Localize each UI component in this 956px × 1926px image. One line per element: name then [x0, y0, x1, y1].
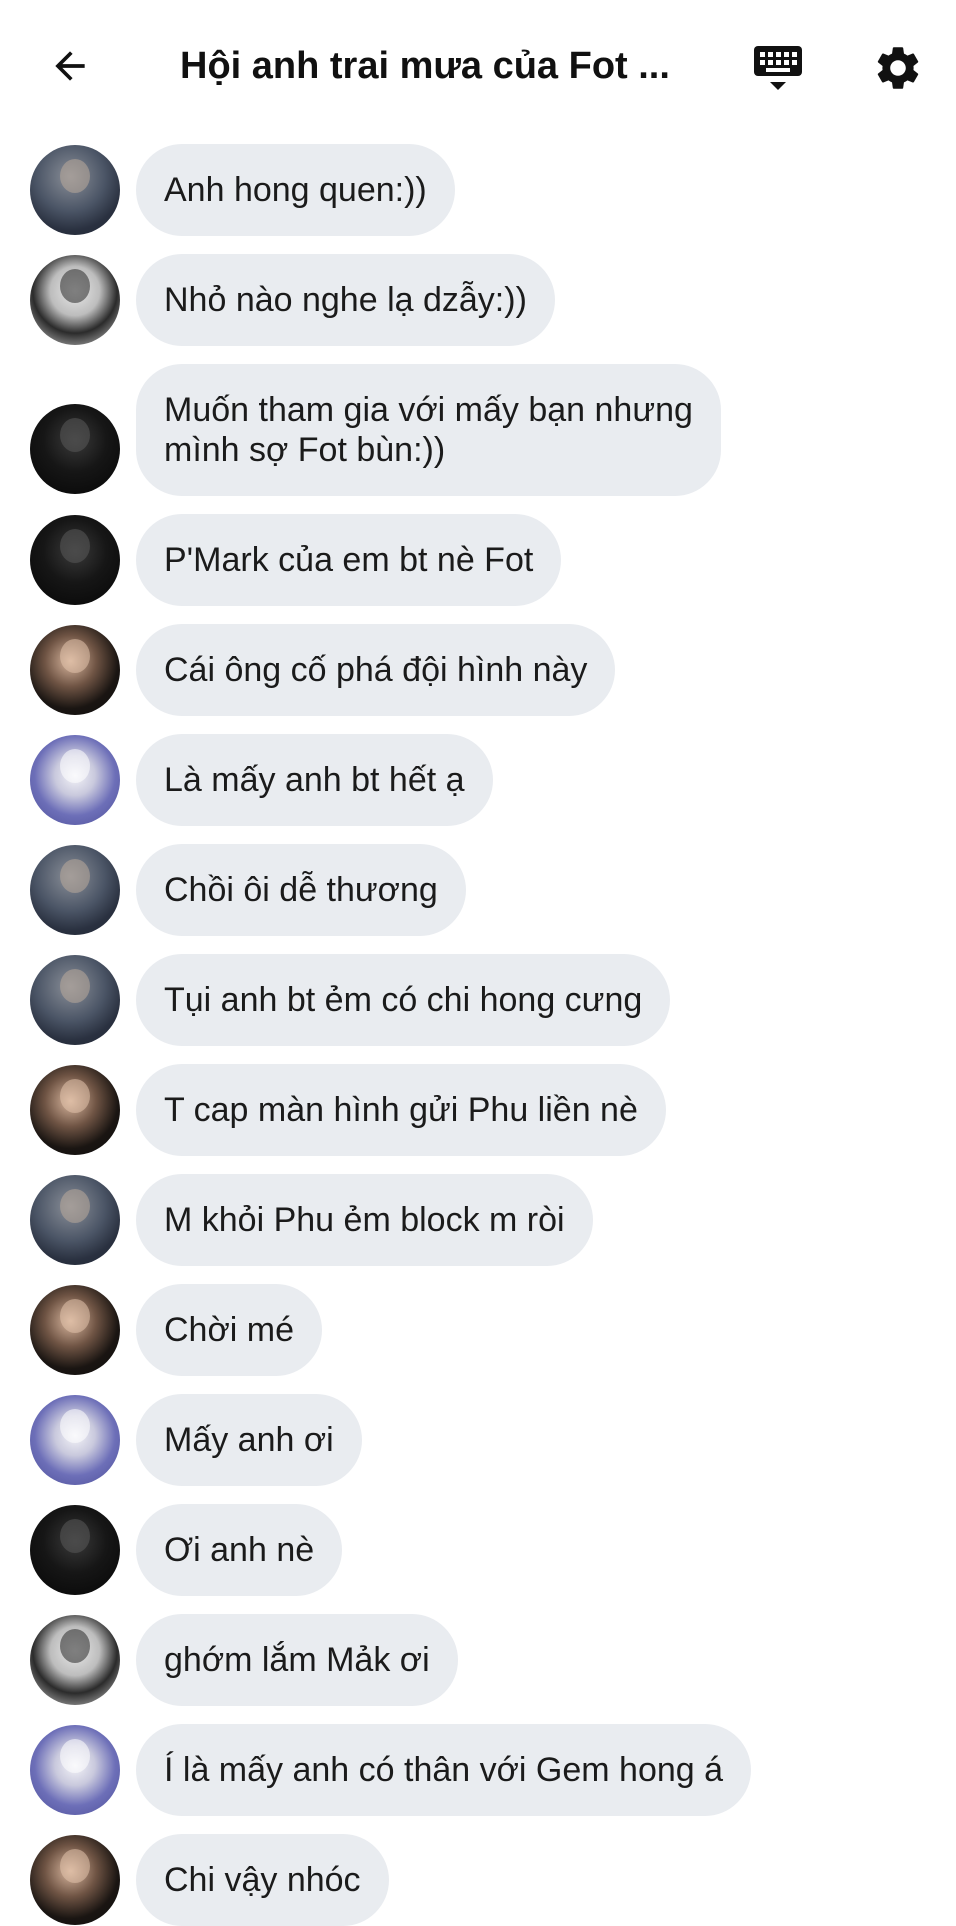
- avatar[interactable]: [30, 1065, 120, 1155]
- avatar[interactable]: [30, 625, 120, 715]
- message-bubble[interactable]: Muốn tham gia với mấy bạn nhưng mình sợ …: [136, 364, 721, 496]
- avatar[interactable]: [30, 1285, 120, 1375]
- avatar[interactable]: [30, 145, 120, 235]
- message-bubble[interactable]: Ơi anh nè: [136, 1504, 343, 1596]
- keyboard-button[interactable]: [746, 36, 810, 100]
- message-bubble[interactable]: Anh hong quen:)): [136, 144, 455, 236]
- message-bubble[interactable]: ghớm lắm Mảk ơi: [136, 1614, 458, 1706]
- avatar[interactable]: [30, 845, 120, 935]
- message-bubble[interactable]: Cái ông cố phá đội hình này: [136, 624, 616, 716]
- avatar[interactable]: [30, 1835, 120, 1925]
- message-list[interactable]: Anh hong quen:)) Nhỏ nào nghe lạ dzẫy:))…: [0, 130, 956, 1926]
- keyboard-icon: [754, 46, 802, 90]
- arrow-left-icon: [55, 51, 85, 81]
- message-bubble[interactable]: M khỏi Phu ẻm block m ròi: [136, 1174, 593, 1266]
- chat-header: Hội anh trai mưa của Fot ...: [0, 0, 956, 130]
- back-button[interactable]: [38, 34, 102, 98]
- message-bubble[interactable]: Chời mé: [136, 1284, 322, 1376]
- message-bubble[interactable]: Í là mấy anh có thân với Gem hong á: [136, 1724, 752, 1816]
- avatar[interactable]: [30, 1175, 120, 1265]
- message-bubble[interactable]: Chi vậy nhóc: [136, 1834, 389, 1926]
- avatar[interactable]: [30, 1725, 120, 1815]
- avatar[interactable]: [30, 1615, 120, 1705]
- message-bubble[interactable]: Là mấy anh bt hết ạ: [136, 734, 493, 826]
- message-bubble[interactable]: P'Mark của em bt nè Fot: [136, 514, 562, 606]
- avatar[interactable]: [30, 515, 120, 605]
- message-bubble[interactable]: Chồi ôi dễ thương: [136, 844, 466, 936]
- avatar[interactable]: [30, 735, 120, 825]
- settings-button[interactable]: [866, 36, 930, 100]
- avatar[interactable]: [30, 955, 120, 1045]
- avatar[interactable]: [30, 255, 120, 345]
- avatar[interactable]: [30, 1505, 120, 1595]
- message-bubble[interactable]: T cap màn hình gửi Phu liền nè: [136, 1064, 666, 1156]
- avatar[interactable]: [30, 404, 120, 494]
- message-bubble[interactable]: Mấy anh ơi: [136, 1394, 362, 1486]
- avatar[interactable]: [30, 1395, 120, 1485]
- chat-title: Hội anh trai mưa của Fot ...: [180, 45, 670, 87]
- message-bubble[interactable]: Tụi anh bt ẻm có chi hong cưng: [136, 954, 671, 1046]
- message-bubble[interactable]: Nhỏ nào nghe lạ dzẫy:)): [136, 254, 555, 346]
- gear-icon: [877, 47, 919, 89]
